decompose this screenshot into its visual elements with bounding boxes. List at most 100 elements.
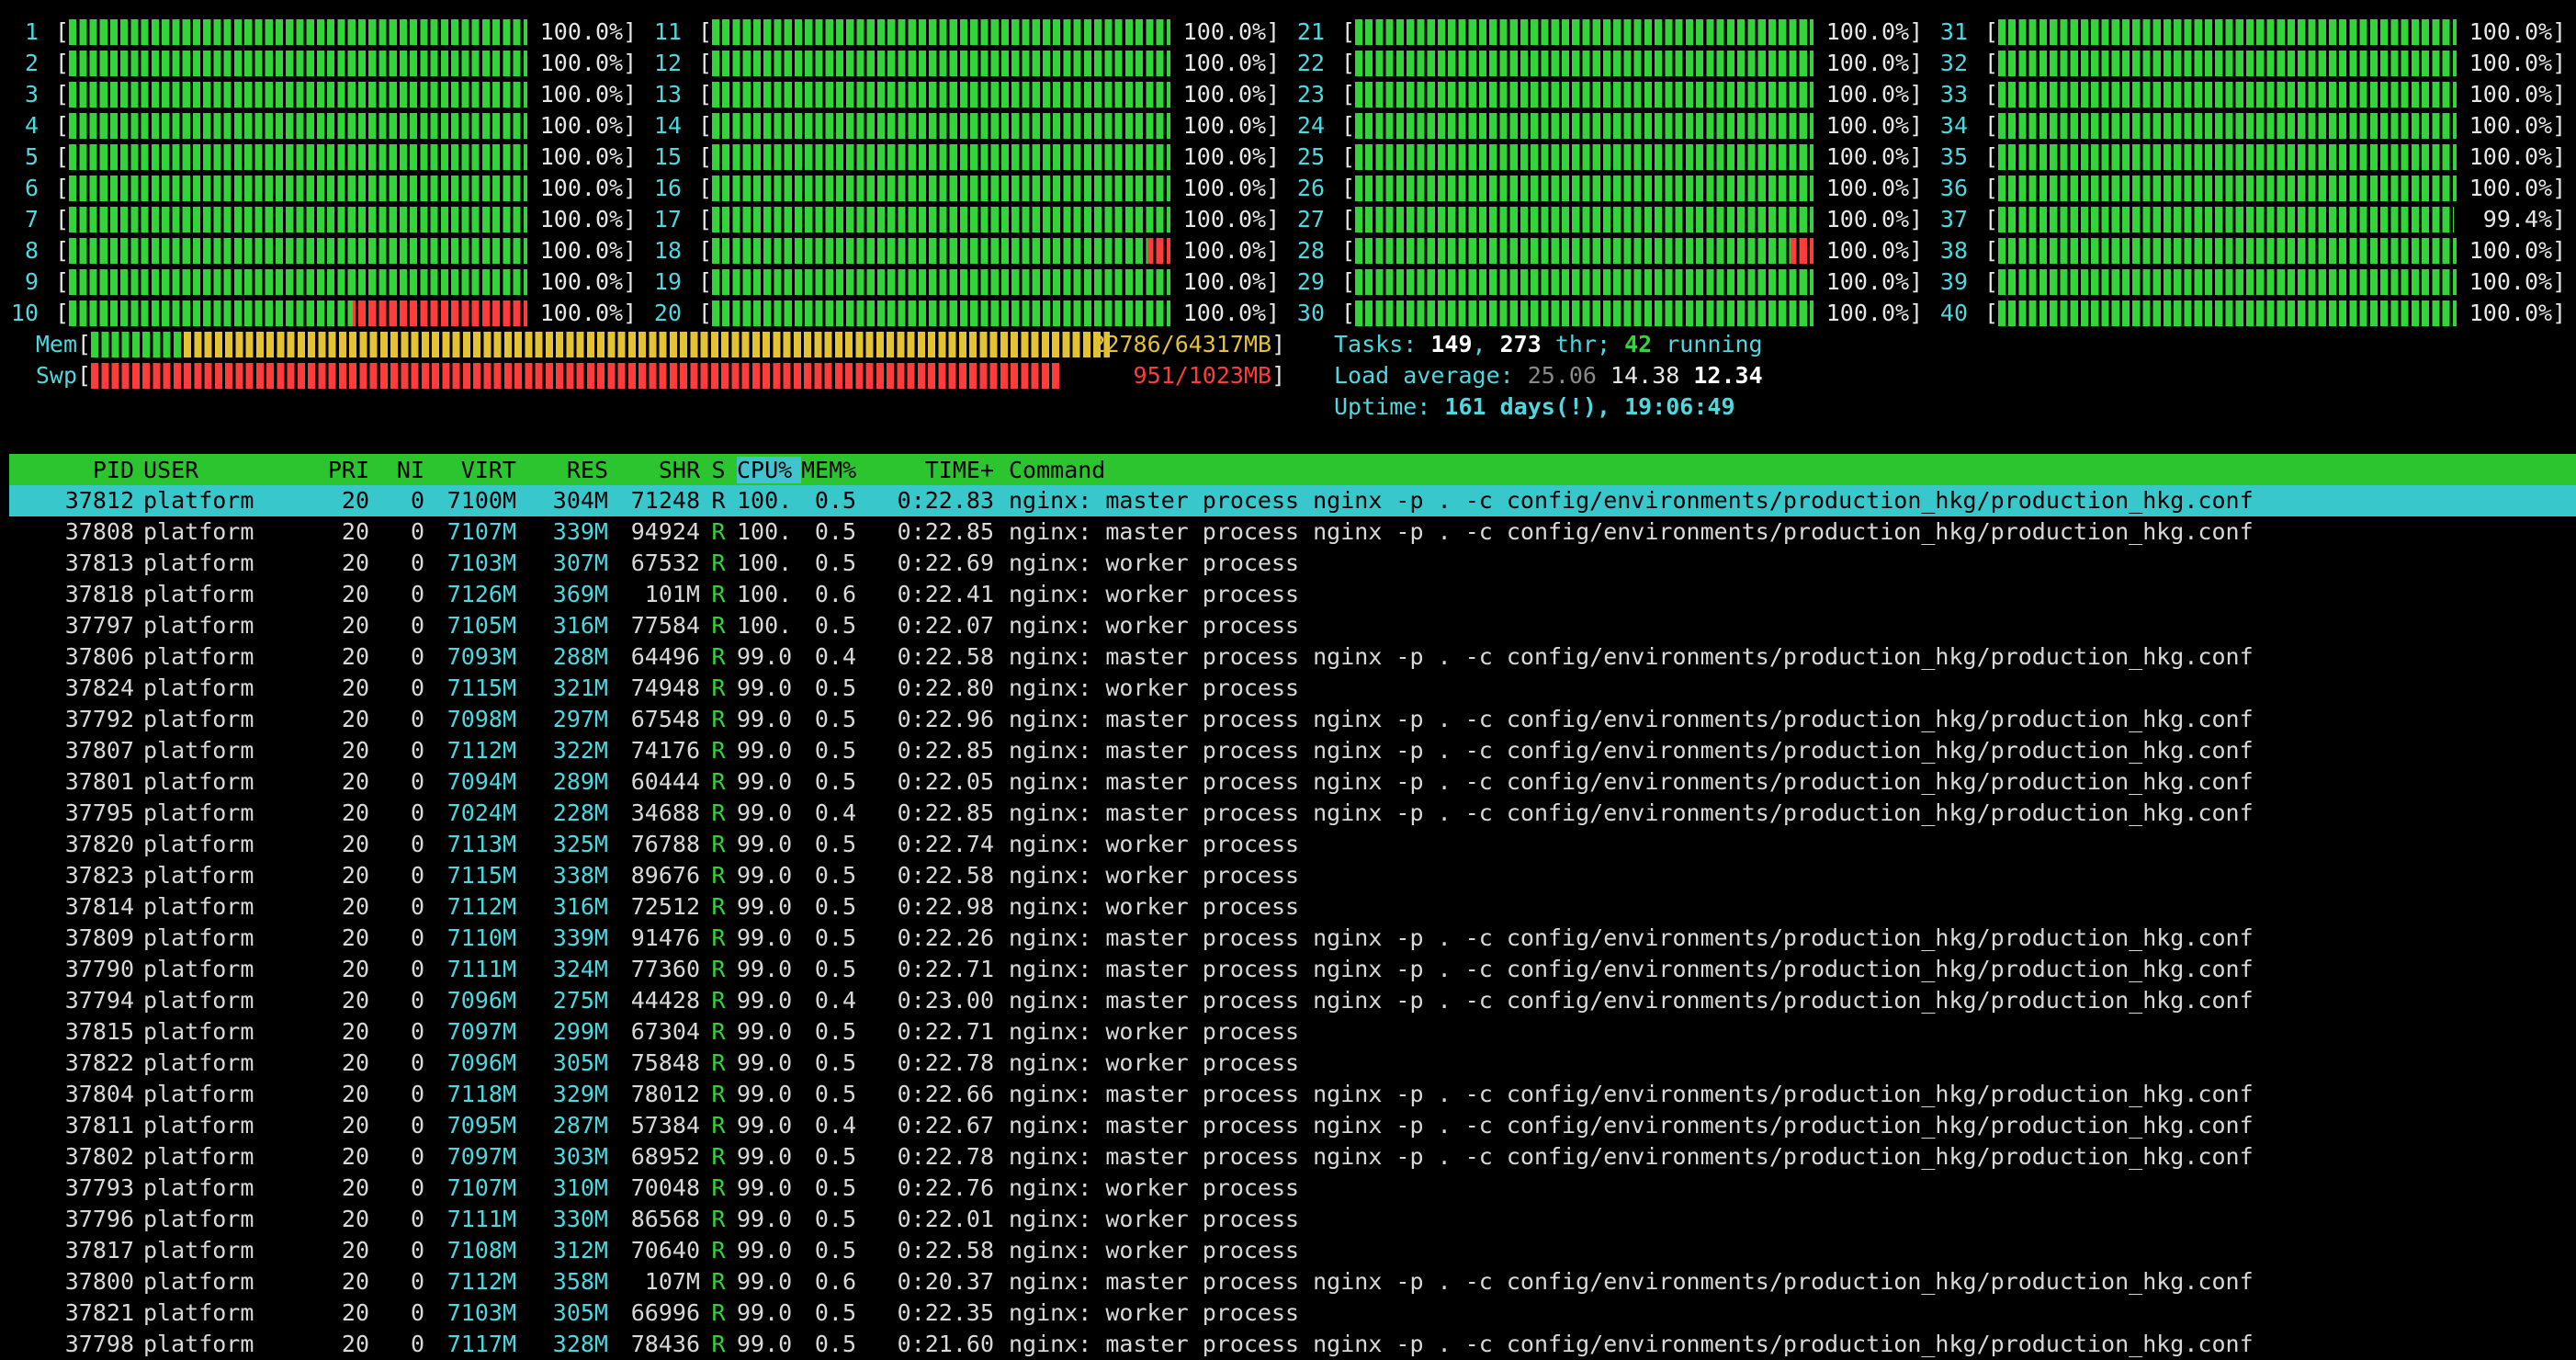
table-row[interactable]: 37821 platform 20 0 7103M 305M 66996 R 99.0 0.5 0:… (9, 1298, 2576, 1329)
proc-state: R (711, 924, 726, 951)
proc-cpu: 99.0 (737, 737, 793, 764)
process-table-header[interactable]: PID USER PRI NI VIRT RES SHR S CPU% MEM%… (9, 454, 2576, 485)
header-res[interactable]: RES (516, 457, 608, 483)
header-pri[interactable]: PRI (318, 457, 369, 483)
cpu-bar: 100.0% (712, 113, 1267, 139)
proc-pid: 37802 (64, 1143, 134, 1170)
table-row[interactable]: 37790 platform 20 0 7111M 324M 77360 R 99.0 0.5 0:… (9, 954, 2576, 985)
table-row[interactable]: 37818 platform 20 0 7126M 369M 101M R 100. 0.6 0:2… (9, 579, 2576, 610)
header-virt[interactable]: VIRT (424, 457, 516, 483)
cpu-number: 26 (1296, 175, 1325, 201)
proc-virt: 7094M (446, 768, 516, 795)
proc-user: platform (143, 1237, 254, 1264)
proc-res: 305M (552, 1299, 608, 1326)
table-row[interactable]: 37820 platform 20 0 7113M 325M 76788 R 99.0 0.5 0:… (9, 829, 2576, 860)
cpu-bar: 100.0% (69, 207, 624, 232)
proc-pid: 37809 (64, 924, 134, 951)
table-row[interactable]: 37801 platform 20 0 7094M 289M 60444 R 99.0 0.5 0:… (9, 766, 2576, 798)
table-row[interactable]: 37806 platform 20 0 7093M 288M 64496 R 99.0 0.4 0:… (9, 641, 2576, 673)
proc-pri: 20 (341, 737, 369, 764)
proc-ni: 0 (410, 487, 424, 514)
table-row[interactable]: 37792 platform 20 0 7098M 297M 67548 R 99.0 0.5 0:… (9, 704, 2576, 735)
cpu-bar: 100.0% (69, 300, 624, 326)
proc-pid: 37795 (64, 799, 134, 826)
proc-pid: 37821 (64, 1299, 134, 1326)
table-row[interactable]: 37822 platform 20 0 7096M 305M 75848 R 99.0 0.5 0:… (9, 1048, 2576, 1079)
header-state[interactable]: S (700, 457, 737, 483)
table-row[interactable]: 37812 platform 20 0 7100M 304M 71248 R 100. 0.5 0:… (9, 485, 2576, 516)
cpu-percent: 100.0% (2469, 82, 2553, 108)
table-row[interactable]: 37809 platform 20 0 7110M 339M 91476 R 99.0 0.5 0:… (9, 923, 2576, 954)
proc-pri: 20 (341, 1331, 369, 1357)
cpu-bar: 100.0% (1998, 113, 2553, 139)
proc-user: platform (143, 674, 254, 701)
proc-cpu: 100. (737, 550, 793, 576)
proc-pid: 37813 (64, 550, 134, 576)
proc-mem: 0.5 (814, 1206, 856, 1232)
table-row[interactable]: 37817 platform 20 0 7108M 312M 70640 R 99.0 0.5 0:… (9, 1235, 2576, 1266)
cpu-number: 10 (10, 300, 39, 326)
proc-pid: 37822 (64, 1049, 134, 1076)
swp-label: Swp (35, 362, 77, 389)
proc-user: platform (143, 1049, 254, 1076)
proc-ni: 0 (410, 643, 424, 670)
proc-pid: 37796 (64, 1206, 134, 1232)
cpu-meter: 20[100.0%] (643, 298, 1280, 329)
cpu-number: 15 (653, 143, 682, 170)
proc-res: 330M (552, 1206, 608, 1232)
proc-shr: 89676 (630, 862, 700, 889)
table-row[interactable]: 37824 platform 20 0 7115M 321M 74948 R 99.0 0.5 0:… (9, 673, 2576, 704)
table-row[interactable]: 37814 platform 20 0 7112M 316M 72512 R 99.0 0.5 0:… (9, 891, 2576, 923)
cpu-number: 2 (24, 50, 39, 76)
table-row[interactable]: 37811 platform 20 0 7095M 287M 57384 R 99.0 0.4 0:… (9, 1110, 2576, 1141)
table-row[interactable]: 37800 platform 20 0 7112M 358M 107M R 99.0 0.6 0:2… (9, 1266, 2576, 1298)
table-row[interactable]: 37823 platform 20 0 7115M 338M 89676 R 99.0 0.5 0:… (9, 860, 2576, 891)
cpu-bar: 100.0% (69, 51, 624, 76)
header-shr[interactable]: SHR (608, 457, 700, 483)
cpu-percent: 100.0% (2469, 300, 2553, 326)
proc-pid: 37807 (64, 737, 134, 764)
proc-pid: 37804 (64, 1081, 134, 1107)
proc-state: R (711, 706, 726, 732)
table-row[interactable]: 37807 platform 20 0 7112M 322M 74176 R 99.0 0.5 0:… (9, 735, 2576, 766)
table-row[interactable]: 37796 platform 20 0 7111M 330M 86568 R 99.0 0.5 0:… (9, 1204, 2576, 1235)
header-time[interactable]: TIME+ (856, 457, 994, 483)
table-row[interactable]: 37804 platform 20 0 7118M 329M 78012 R 99.0 0.5 0:… (9, 1079, 2576, 1110)
cpu-percent: 100.0% (539, 113, 624, 139)
proc-user: platform (143, 1174, 254, 1201)
proc-virt: 7111M (446, 956, 516, 982)
cpu-number: 20 (653, 300, 682, 326)
proc-cpu: 99.0 (737, 987, 793, 1014)
table-row[interactable]: 37793 platform 20 0 7107M 310M 70048 R 99.0 0.5 0:… (9, 1173, 2576, 1204)
table-row[interactable]: 37813 platform 20 0 7103M 307M 67532 R 100. 0.5 0:… (9, 548, 2576, 579)
swp-value: 951/1023MB (1133, 363, 1272, 389)
cpu-meter: 35[100.0%] (1929, 142, 2566, 173)
proc-time: 0:22.83 (897, 487, 994, 514)
cpu-percent: 100.0% (539, 82, 624, 108)
proc-command: nginx: worker process (1009, 1018, 1300, 1045)
table-row[interactable]: 37808 platform 20 0 7107M 339M 94924 R 100. 0.5 0:… (9, 516, 2576, 548)
header-command[interactable]: Command (994, 457, 2295, 483)
cpu-number: 12 (653, 50, 682, 76)
cpu-percent: 100.0% (1182, 300, 1267, 326)
proc-ni: 0 (410, 1299, 424, 1326)
proc-time: 0:22.74 (897, 831, 994, 857)
header-pid[interactable]: PID (9, 457, 134, 483)
proc-pid: 37817 (64, 1237, 134, 1264)
cpu-number: 9 (24, 268, 39, 295)
header-ni[interactable]: NI (369, 457, 424, 483)
proc-pri: 20 (341, 956, 369, 982)
proc-pid: 37820 (64, 831, 134, 857)
table-row[interactable]: 37794 platform 20 0 7096M 275M 44428 R 99.0 0.4 0:… (9, 985, 2576, 1016)
cpu-meter: 3[100.0%] (0, 79, 637, 110)
header-cpu-sorted[interactable]: CPU% (737, 456, 801, 483)
table-row[interactable]: 37802 platform 20 0 7097M 303M 68952 R 99.0 0.5 0:… (9, 1141, 2576, 1173)
table-row[interactable]: 37815 platform 20 0 7097M 299M 67304 R 99.0 0.5 0:… (9, 1016, 2576, 1048)
table-row[interactable]: 37798 platform 20 0 7117M 328M 78436 R 99.0 0.5 0:… (9, 1329, 2576, 1360)
cpu-number: 24 (1296, 112, 1325, 139)
proc-cpu: 99.0 (737, 1237, 793, 1264)
header-mem[interactable]: MEM% (801, 457, 856, 483)
table-row[interactable]: 37795 platform 20 0 7024M 228M 34688 R 99.0 0.4 0:… (9, 798, 2576, 829)
header-user[interactable]: USER (134, 457, 318, 483)
table-row[interactable]: 37797 platform 20 0 7105M 316M 77584 R 100. 0.5 0:… (9, 610, 2576, 641)
